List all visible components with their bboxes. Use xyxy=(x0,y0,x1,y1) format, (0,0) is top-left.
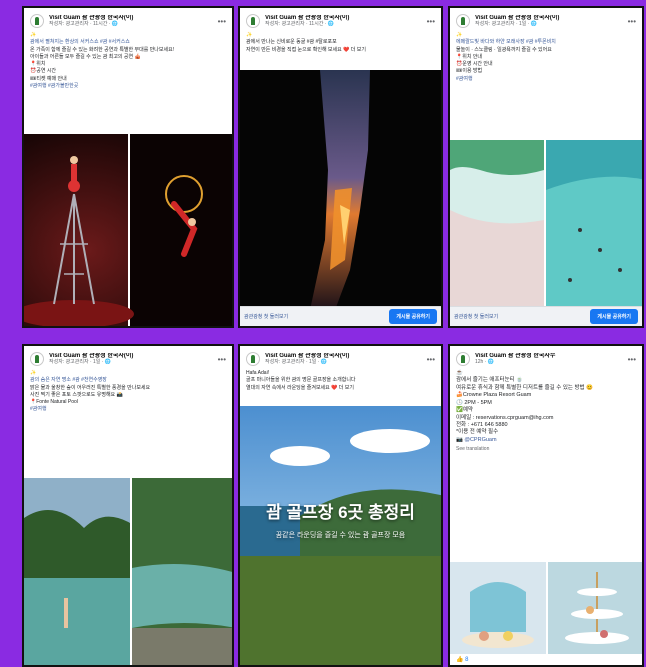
post-line: ✅예약 xyxy=(456,407,473,414)
post-line: ⏰운영 시간 안내 xyxy=(456,61,493,67)
page-name[interactable]: Visit Guam 괌 관광청 한국사무 xyxy=(475,353,624,360)
page-avatar[interactable] xyxy=(30,14,44,28)
post-line: 아이들과 어른들 모두 즐길 수 있는 괌 최고의 공연 🎪 xyxy=(30,53,141,60)
post-card-afternoon-tea[interactable]: Visit Guam 괌 관광청 한국사무 12h · 🌐 ••• ☕ 괌에서 … xyxy=(448,344,644,667)
more-options-icon[interactable]: ••• xyxy=(628,17,636,26)
post-line: 물놀이 · 스노클링 · 일광욕까지 즐길 수 있어요 xyxy=(456,46,552,53)
reaction-count[interactable]: 👍 8 xyxy=(456,656,468,663)
more-options-icon[interactable]: ••• xyxy=(218,355,226,364)
post-line: 에메랄드빛 바다와 하얀 모래사장 #괌 #투몬비치 xyxy=(456,39,556,46)
cta-bar: 괌관광청 첫 둘러보기 게시물 공유하기 xyxy=(240,306,441,326)
post-line: 사진 찍기 좋은 포토 스팟으로도 유명해요 📸 xyxy=(30,391,123,398)
post-line: ⏰공연 시간 xyxy=(30,68,57,75)
post-line: 온 가족이 함께 즐길 수 있는 화려한 공연과 특별한 무대를 만나보세요! xyxy=(30,46,175,53)
post-line: 📍Fonte Natural Pool xyxy=(30,399,78,405)
post-line: 괌에서 만나는 신비로운 동굴 #괌 #탈로포포 xyxy=(246,39,337,46)
post-line: 골프 마니아들을 위한 괌의 명문 골프장을 소개합니다 xyxy=(246,377,356,384)
page-avatar[interactable] xyxy=(246,352,260,366)
post-line: 이메일 : reservations.cprguam@ihg.com xyxy=(456,414,554,421)
post-card-golf[interactable]: Visit Guam 괌 관광청 한국사(이) 작성자: 광고관리자 · 1일 … xyxy=(238,344,443,667)
more-options-icon[interactable]: ••• xyxy=(427,17,435,26)
beach-photo[interactable] xyxy=(450,140,644,310)
post-line: 괌의 숨은 자연 명소 #괌 #천연수영장 xyxy=(30,377,107,384)
post-line: 📍위치 xyxy=(30,61,46,67)
post-body: Hafa Adai! 골프 마니아들을 위한 괌의 명문 골프장을 소개합니다 … xyxy=(240,368,441,392)
post-line: 자연이 만든 비경을 직접 눈으로 확인해 보세요 ❤️ 더 보기 xyxy=(246,46,366,53)
overlay-title: 괌 골프장 6곳 총정리 xyxy=(266,503,415,522)
visit-page-link[interactable]: 괌관광청 첫 둘러보기 xyxy=(244,313,288,320)
post-line: 맑은 물과 울창한 숲이 어우러진 특별한 풍경을 만나보세요 xyxy=(30,384,151,391)
post-line: 괌에서 펼쳐지는 환상의 서커스쇼 #괌 #서커스쇼 xyxy=(30,39,130,46)
post-meta: 작성자: 광고관리자 · 1일 · 🌐 xyxy=(265,358,328,365)
golf-photo[interactable]: 괌 골프장 6곳 총정리 꿈같은 라운딩을 즐길 수 있는 괌 골프장 모음 xyxy=(240,406,441,665)
circus-photo[interactable] xyxy=(24,134,234,328)
post-meta: 작성자: 광고관리자 · 11시간 · 🌐 xyxy=(265,20,335,27)
page-avatar[interactable] xyxy=(30,352,44,366)
share-post-button[interactable]: 게시물 공유하기 xyxy=(389,309,437,324)
post-line: 🕒 2PM - 5PM xyxy=(456,399,492,406)
share-post-button[interactable]: 게시물 공유하기 xyxy=(590,309,638,324)
post-line: *이용 전 예약 필수 xyxy=(456,429,499,436)
post-header: Visit Guam 괌 관광청 한국사무 12h · 🌐 ••• xyxy=(450,346,642,368)
cta-bar: 괌관광청 첫 둘러보기 게시물 공유하기 xyxy=(450,306,642,326)
hashtag-link[interactable]: #괌여행 xyxy=(30,406,226,413)
hashtag-link[interactable]: #괌여행 xyxy=(456,76,636,83)
natural-pool-photo[interactable] xyxy=(24,478,234,667)
post-header: Visit Guam 괌 관광청 한국사(이) 작성자: 광고관리자 · 1일 … xyxy=(450,8,642,30)
post-meta: 12h · 🌐 xyxy=(475,358,495,365)
post-body: ✨ 에메랄드빛 바다와 하얀 모래사장 #괌 #투몬비치 물놀이 · 스노클링 … xyxy=(450,30,642,83)
visit-page-link[interactable]: 괌관광청 첫 둘러보기 xyxy=(454,313,498,320)
post-line: 🎟이용 방법 xyxy=(456,68,483,75)
post-body: ✨ 괌에서 만나는 신비로운 동굴 #괌 #탈로포포 자연이 만든 비경을 직접… xyxy=(240,30,441,54)
post-card-beach[interactable]: Visit Guam 괌 관광청 한국사(이) 작성자: 광고관리자 · 1일 … xyxy=(448,6,644,328)
post-body: ✨ 괌에서 펼쳐지는 환상의 서커스쇼 #괌 #서커스쇼 온 가족이 함께 즐길… xyxy=(24,30,232,90)
more-options-icon[interactable]: ••• xyxy=(628,355,636,364)
post-header: Visit Guam 괌 관광청 한국사(이) 작성자: 광고관리자 · 1일 … xyxy=(24,346,232,368)
post-meta: 작성자: 광고관리자 · 1일 · 🌐 xyxy=(475,20,538,27)
page-avatar[interactable] xyxy=(246,14,260,28)
post-card-natural-pool[interactable]: Visit Guam 괌 관광청 한국사(이) 작성자: 광고관리자 · 1일 … xyxy=(22,344,234,667)
post-body: ✨ 괌의 숨은 자연 명소 #괌 #천연수영장 맑은 물과 울창한 숲이 어우러… xyxy=(24,368,232,414)
afternoon-tea-photo[interactable] xyxy=(450,562,644,654)
post-card-cave[interactable]: Visit Guam 괌 관광청 한국사(이) 작성자: 광고관리자 · 11시… xyxy=(238,6,443,328)
cave-photo[interactable] xyxy=(240,70,443,310)
post-line: 🎟티켓 예매 안내 xyxy=(30,75,67,82)
hashtag-link[interactable]: #괌여행 #괌가볼만한곳 xyxy=(30,83,226,90)
see-translation-link[interactable]: See translation xyxy=(456,446,636,453)
post-meta: 작성자: 광고관리자 · 1일 · 🌐 xyxy=(49,358,112,365)
post-card-circus[interactable]: Visit Guam 괌 관광청 한국사(이) 작성자: 광고관리자 · 11시… xyxy=(22,6,234,328)
post-header: Visit Guam 괌 관광청 한국사(이) 작성자: 광고관리자 · 11시… xyxy=(24,8,232,30)
post-line: 괌에서 즐기는 애프터눈티 🍵 xyxy=(456,377,524,384)
post-line: 열대의 자연 속에서 라운딩을 즐겨보세요 ❤️ 더 보기 xyxy=(246,384,354,391)
more-options-icon[interactable]: ••• xyxy=(218,17,226,26)
post-body: ☕ 괌에서 즐기는 애프터눈티 🍵 여유로운 휴식과 함께 특별한 디저트를 즐… xyxy=(450,368,642,453)
instagram-handle-link[interactable]: 📷 @CPRGuam xyxy=(456,437,636,444)
more-options-icon[interactable]: ••• xyxy=(427,355,435,364)
post-line: 🍰Crowne Plaza Resort Guam xyxy=(456,392,532,399)
overlay-subtitle: 꿈같은 라운딩을 즐길 수 있는 괌 골프장 모음 xyxy=(275,532,406,539)
post-meta: 작성자: 광고관리자 · 11시간 · 🌐 xyxy=(49,20,119,27)
post-header: Visit Guam 괌 관광청 한국사(이) 작성자: 광고관리자 · 11시… xyxy=(240,8,441,30)
page-avatar[interactable] xyxy=(456,14,470,28)
post-line: 📍위치 안내 xyxy=(456,53,483,60)
page-avatar[interactable] xyxy=(456,352,470,366)
post-header: Visit Guam 괌 관광청 한국사(이) 작성자: 광고관리자 · 1일 … xyxy=(240,346,441,368)
